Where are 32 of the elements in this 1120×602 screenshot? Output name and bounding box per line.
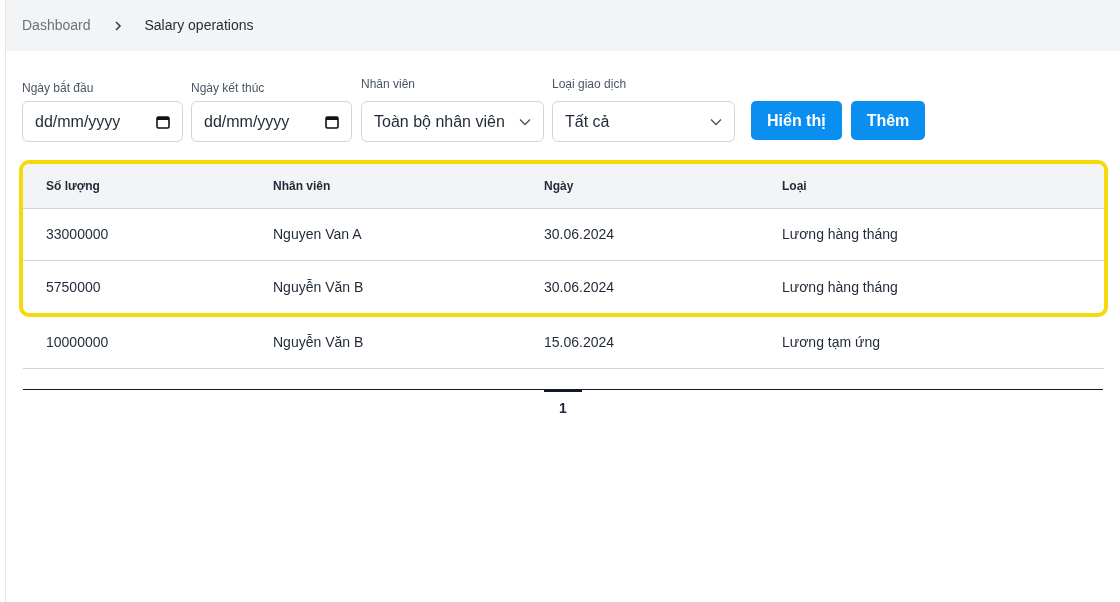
table-cell-text: Nguyễn Văn B: [273, 277, 365, 297]
breadcrumb-current: Salary operations: [144, 16, 254, 35]
chevron-down-icon: [710, 117, 722, 126]
table-cell-text: 10000000: [46, 333, 110, 352]
table-cell-text: 33000000: [46, 225, 110, 244]
column-header: Số lượng: [46, 178, 101, 195]
column-header: Nhân viên: [273, 178, 332, 195]
table-cell-text: Nguyễn Văn B: [273, 333, 365, 352]
table-cell-text: 30.06.2024: [544, 225, 616, 244]
calendar-icon: [156, 114, 170, 129]
date-input[interactable]: dd/mm/yyyy: [22, 101, 183, 142]
table-cell-text: Lương tạm ứng: [782, 333, 881, 352]
table-cell-text: Lương hàng tháng: [782, 277, 899, 297]
chevron-right-icon: [112, 20, 123, 31]
table-cell-text: 15.06.2024: [544, 333, 616, 352]
chevron-down-icon: [519, 117, 531, 126]
date-input[interactable]: dd/mm/yyyy: [191, 101, 352, 142]
table-cell-text: Nguyen Van A: [273, 225, 363, 244]
field-label: Ngày kết thúc: [191, 80, 266, 97]
field-label: Ngày bắt đầu: [22, 79, 95, 97]
column-header: Ngày: [544, 178, 575, 195]
dropdown[interactable]: Toàn bộ nhân viên: [361, 101, 544, 142]
dropdown[interactable]: Tất cả: [552, 101, 735, 142]
table-cell-text: Lương hàng tháng: [782, 225, 899, 244]
field-label: Nhân viên: [361, 76, 417, 93]
page-button[interactable]: 1: [544, 389, 582, 425]
table-cell-text: 30.06.2024: [544, 277, 616, 297]
breadcrumb-link[interactable]: Dashboard: [22, 15, 91, 36]
calendar-icon: [325, 114, 339, 129]
field-label: Loại giao dịch: [552, 76, 628, 93]
column-header: Loại: [782, 178, 808, 195]
table-cell-text: 5750000: [46, 277, 102, 297]
